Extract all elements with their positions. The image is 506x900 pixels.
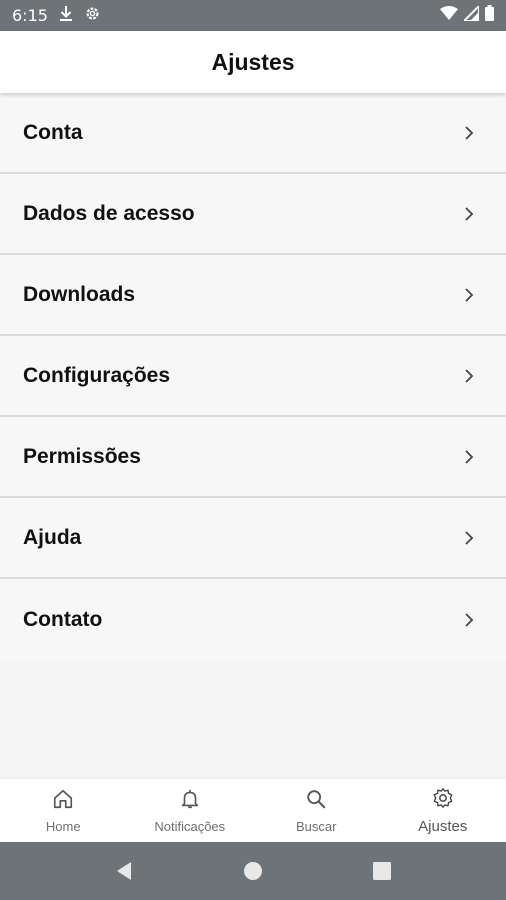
status-bar: 6:15 [0, 0, 506, 31]
status-left: 6:15 [12, 5, 101, 27]
download-icon [58, 5, 74, 27]
menu-item-label: Ajuda [23, 525, 82, 549]
menu-item-contato[interactable]: Contato [0, 579, 506, 660]
home-button[interactable] [233, 851, 273, 891]
menu-item-permissoes[interactable]: Permissões [0, 417, 506, 498]
wifi-icon [440, 5, 458, 26]
recents-icon [372, 862, 391, 880]
nav-label: Home [45, 818, 81, 834]
menu-item-configuracoes[interactable]: Configurações [0, 336, 506, 417]
page-title: Ajustes [211, 48, 295, 75]
chevron-right-icon [464, 612, 476, 628]
menu-item-label: Contato [23, 607, 103, 631]
chevron-right-icon [464, 206, 476, 222]
home-icon [52, 788, 74, 815]
menu-item-label: Downloads [23, 282, 136, 306]
menu-item-label: Configurações [23, 363, 171, 387]
menu-item-downloads[interactable]: Downloads [0, 255, 506, 336]
back-button[interactable] [104, 851, 144, 891]
settings-notification-icon [84, 5, 101, 27]
nav-label: Notificações [154, 818, 226, 834]
menu-item-dados-de-acesso[interactable]: Dados de acesso [0, 174, 506, 255]
gear-icon [432, 787, 454, 814]
nav-label: Buscar [296, 818, 337, 834]
nav-label: Ajustes [418, 817, 468, 835]
menu-item-label: Dados de acesso [23, 201, 195, 225]
menu-item-ajuda[interactable]: Ajuda [0, 498, 506, 579]
back-icon [117, 862, 132, 880]
signal-icon [461, 3, 480, 26]
nav-notificacoes[interactable]: Notificações [127, 788, 253, 834]
status-time: 6:15 [12, 6, 48, 25]
chevron-right-icon [464, 125, 476, 141]
chevron-right-icon [464, 287, 476, 303]
menu-item-conta[interactable]: Conta [0, 93, 506, 174]
status-right [440, 3, 494, 26]
menu-item-label: Conta [23, 120, 83, 144]
recents-button[interactable] [362, 851, 402, 891]
settings-menu: Conta Dados de acesso Downloads Configur… [0, 93, 506, 660]
chevron-right-icon [464, 449, 476, 465]
search-icon [305, 788, 327, 815]
bell-icon [179, 788, 201, 815]
bottom-nav: Home Notificações Buscar Ajustes [0, 778, 506, 842]
home-circle-icon [243, 862, 262, 880]
nav-home[interactable]: Home [0, 788, 126, 834]
nav-ajustes[interactable]: Ajustes [380, 787, 506, 835]
app-bar: Ajustes [0, 31, 506, 93]
system-nav-bar [0, 842, 506, 900]
nav-buscar[interactable]: Buscar [253, 788, 379, 834]
chevron-right-icon [464, 530, 476, 546]
chevron-right-icon [464, 368, 476, 384]
battery-icon [485, 5, 494, 26]
menu-item-label: Permissões [23, 444, 141, 468]
